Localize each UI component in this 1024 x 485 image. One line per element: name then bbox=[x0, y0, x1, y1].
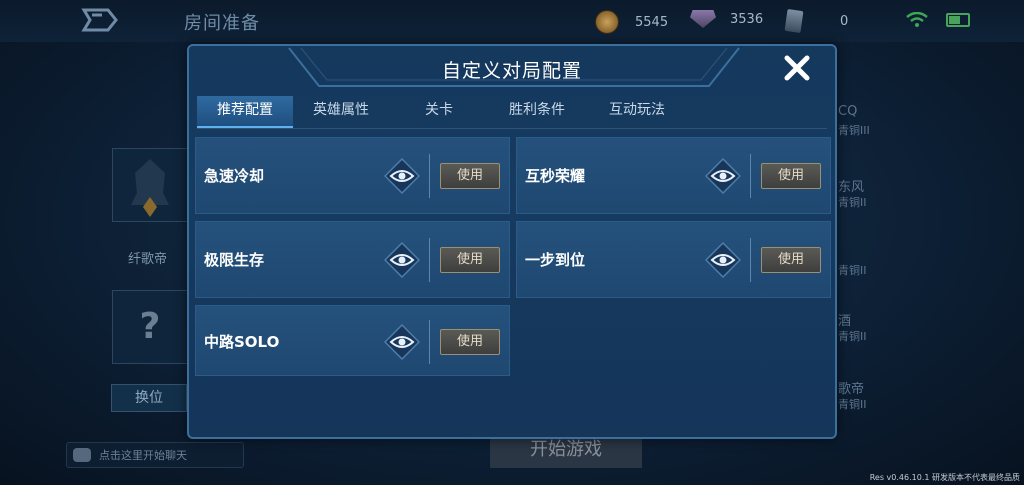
divider bbox=[750, 238, 751, 282]
card-value: 0 bbox=[840, 13, 849, 29]
back-arrow-icon[interactable] bbox=[78, 8, 118, 32]
eye-icon[interactable] bbox=[705, 242, 741, 278]
config-name: 中路SOLO bbox=[204, 333, 280, 351]
gem-icon bbox=[690, 10, 716, 28]
eye-icon[interactable] bbox=[384, 324, 420, 360]
use-button[interactable]: 使用 bbox=[440, 329, 500, 355]
version-text: Res v0.46.10.1 研发版本不代表最终品质 bbox=[869, 473, 1020, 482]
eye-icon[interactable] bbox=[705, 158, 741, 194]
gold-value: 5545 bbox=[635, 14, 669, 30]
gem-value: 3536 bbox=[730, 11, 764, 27]
close-icon[interactable] bbox=[783, 54, 811, 82]
config-name: 一步到位 bbox=[525, 251, 586, 269]
hero-portrait-icon bbox=[131, 159, 169, 217]
room-title: 房间准备 bbox=[184, 13, 260, 34]
use-button[interactable]: 使用 bbox=[440, 163, 500, 189]
config-item: 中路SOLO 使用 bbox=[195, 305, 510, 376]
use-button[interactable]: 使用 bbox=[761, 247, 821, 273]
config-item: 极限生存 使用 bbox=[195, 221, 510, 298]
chat-placeholder: 点击这里开始聊天 bbox=[99, 449, 187, 462]
divider bbox=[750, 154, 751, 198]
chat-input[interactable]: 点击这里开始聊天 bbox=[66, 442, 244, 468]
side-text: 青铜II bbox=[838, 398, 867, 411]
side-text: 青铜III bbox=[838, 124, 870, 137]
side-text: 青铜II bbox=[838, 264, 867, 277]
divider bbox=[429, 238, 430, 282]
player-slot[interactable] bbox=[112, 148, 188, 222]
config-name: 极限生存 bbox=[204, 251, 265, 269]
config-name: 互秒荣耀 bbox=[525, 167, 586, 185]
tab-interactive-modes[interactable]: 互动玩法 bbox=[595, 96, 679, 126]
config-item: 急速冷却 使用 bbox=[195, 137, 510, 214]
side-text: 歌帝 bbox=[838, 382, 865, 397]
custom-match-config-dialog: 自定义对局配置 推荐配置 英雄属性 关卡 胜利条件 互动玩法 急速冷却 使用 互… bbox=[187, 44, 837, 439]
divider bbox=[429, 320, 430, 364]
empty-slot[interactable]: ? bbox=[112, 290, 188, 364]
tab-bar: 推荐配置 英雄属性 关卡 胜利条件 互动玩法 bbox=[197, 96, 827, 129]
wifi-icon bbox=[906, 12, 928, 27]
side-text: 青铜II bbox=[838, 330, 867, 343]
tab-victory-conditions[interactable]: 胜利条件 bbox=[495, 96, 579, 126]
eye-icon[interactable] bbox=[384, 242, 420, 278]
config-name: 急速冷却 bbox=[204, 167, 265, 185]
tab-levels[interactable]: 关卡 bbox=[409, 96, 469, 126]
dialog-header: 自定义对局配置 bbox=[189, 46, 835, 88]
eye-icon[interactable] bbox=[384, 158, 420, 194]
side-text: CQ bbox=[838, 104, 858, 119]
side-text: 青铜II bbox=[838, 196, 867, 209]
swap-button[interactable]: 换位 bbox=[111, 384, 187, 412]
player-name: 纤歌帝 bbox=[128, 252, 168, 267]
chat-bubble-icon bbox=[73, 448, 91, 462]
gem-counter: 3536 bbox=[690, 10, 763, 28]
question-mark: ? bbox=[139, 306, 161, 347]
top-bar: 房间准备 5545 3536 0 bbox=[0, 0, 1024, 42]
config-item: 互秒荣耀 使用 bbox=[516, 137, 831, 214]
side-text: 酒 bbox=[838, 314, 852, 329]
tab-recommended[interactable]: 推荐配置 bbox=[197, 96, 293, 128]
gold-counter: 5545 bbox=[595, 10, 668, 34]
use-button[interactable]: 使用 bbox=[440, 247, 500, 273]
side-text: 东风 bbox=[838, 180, 865, 195]
battery-icon bbox=[946, 13, 970, 27]
card-counter: 0 bbox=[784, 8, 849, 34]
tab-hero-attributes[interactable]: 英雄属性 bbox=[301, 96, 381, 126]
gold-coin-icon bbox=[595, 10, 619, 34]
use-button[interactable]: 使用 bbox=[761, 163, 821, 189]
config-item: 一步到位 使用 bbox=[516, 221, 831, 298]
dialog-title: 自定义对局配置 bbox=[441, 60, 582, 82]
card-icon bbox=[784, 8, 804, 34]
divider bbox=[429, 154, 430, 198]
